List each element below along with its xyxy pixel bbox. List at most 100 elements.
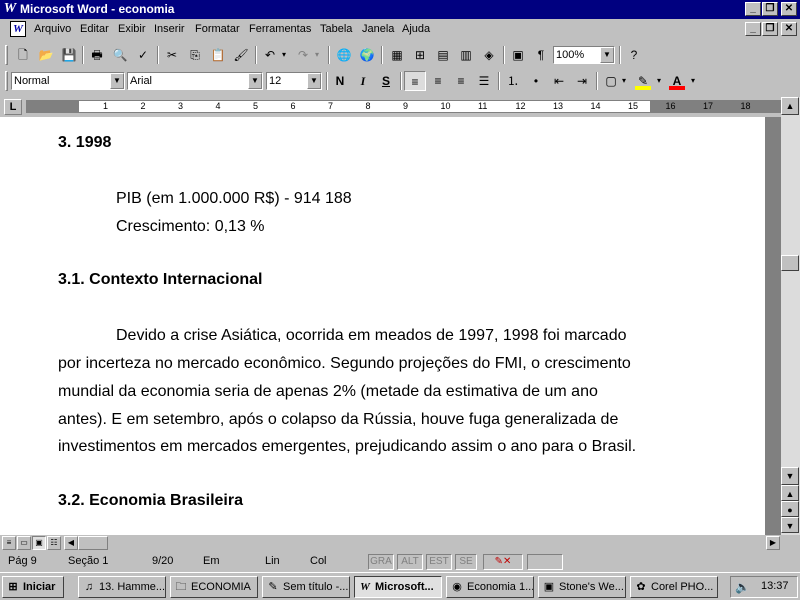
- align-left-icon[interactable]: ≡: [404, 71, 426, 91]
- document-page[interactable]: 3. 1998 PIB (em 1.000.000 R$) - 914 188 …: [0, 117, 765, 535]
- status-se[interactable]: SE: [455, 554, 477, 570]
- doc-close-button[interactable]: ✕: [781, 22, 797, 36]
- menu-arquivo[interactable]: Arquivo: [34, 23, 71, 35]
- redo-icon[interactable]: ↷: [292, 45, 314, 65]
- increase-indent-icon[interactable]: ⇥: [571, 71, 593, 91]
- web-hyperlink-icon[interactable]: 🌐: [333, 45, 355, 65]
- start-button[interactable]: ⊞ Iniciar: [2, 576, 64, 598]
- scroll-right-icon[interactable]: ▶: [766, 536, 780, 550]
- web-layout-view-icon[interactable]: ▭: [17, 536, 31, 550]
- highlight-dropdown-icon[interactable]: ▾: [654, 71, 664, 91]
- clock[interactable]: 13:37: [761, 580, 789, 592]
- scroll-thumb[interactable]: [781, 255, 799, 271]
- tab-selector[interactable]: L: [4, 99, 22, 115]
- numbering-icon[interactable]: ⒈: [502, 71, 524, 91]
- insert-excel-icon[interactable]: ▤: [432, 45, 454, 65]
- scroll-down-icon[interactable]: ▼: [781, 467, 799, 485]
- normal-view-icon[interactable]: ≡: [2, 536, 16, 550]
- minimize-button[interactable]: _: [745, 2, 761, 16]
- horizontal-scrollbar[interactable]: ≡ ▭ ▣ ☷ ◀ ▶: [0, 535, 800, 552]
- save-icon[interactable]: 💾: [58, 45, 80, 65]
- scroll-up-icon[interactable]: ▲: [781, 97, 799, 115]
- font-size-select[interactable]: 12 ▼: [266, 72, 322, 90]
- toolbar-grip[interactable]: [5, 71, 8, 91]
- spelling-status-icon[interactable]: ✎✕: [483, 554, 523, 570]
- copy-icon[interactable]: ⎘: [184, 45, 206, 65]
- close-button[interactable]: ✕: [781, 2, 797, 16]
- taskbar-button[interactable]: ✿ Corel PHO...: [630, 576, 718, 598]
- document-icon[interactable]: W: [10, 21, 26, 37]
- undo-dropdown-icon[interactable]: ▾: [279, 45, 289, 65]
- maximize-button[interactable]: ❐: [762, 2, 778, 16]
- font-color-icon[interactable]: A: [666, 71, 688, 91]
- status-alt[interactable]: ALT: [397, 554, 423, 570]
- menu-exibir[interactable]: Exibir: [118, 23, 146, 35]
- horizontal-ruler[interactable]: 1 2 3 4 5 6 7 8 9 10 11 12 13 14 15 16 17 18: [26, 100, 781, 113]
- columns-icon[interactable]: ▥: [455, 45, 477, 65]
- speaker-icon[interactable]: 🔈: [735, 580, 750, 594]
- underline-button[interactable]: S: [375, 71, 397, 91]
- tables-borders-icon[interactable]: ▦: [386, 45, 408, 65]
- decrease-indent-icon[interactable]: ⇤: [548, 71, 570, 91]
- spelling-icon[interactable]: ✓: [132, 45, 154, 65]
- help-icon[interactable]: ?: [623, 45, 645, 65]
- drawing-icon[interactable]: ◈: [478, 45, 500, 65]
- new-document-icon[interactable]: 🗋: [12, 45, 34, 65]
- chevron-down-icon[interactable]: ▼: [307, 73, 321, 89]
- status-est[interactable]: EST: [426, 554, 452, 570]
- title-bar[interactable]: W Microsoft Word - economia _ ❐ ✕: [0, 0, 800, 19]
- style-select[interactable]: Normal ▼: [11, 72, 125, 90]
- undo-icon[interactable]: ↶: [259, 45, 281, 65]
- document-area[interactable]: 3. 1998 PIB (em 1.000.000 R$) - 914 188 …: [0, 117, 781, 535]
- highlight-icon[interactable]: ✎: [632, 71, 654, 91]
- menu-formatar[interactable]: Formatar: [195, 23, 240, 35]
- outline-view-icon[interactable]: ☷: [47, 536, 61, 550]
- select-browse-object-icon[interactable]: ●: [781, 501, 799, 517]
- print-preview-icon[interactable]: 🔍: [109, 45, 131, 65]
- borders-dropdown-icon[interactable]: ▾: [619, 71, 629, 91]
- print-layout-view-icon[interactable]: ▣: [32, 536, 46, 550]
- toolbar-grip[interactable]: [5, 45, 8, 65]
- font-select[interactable]: Arial ▼: [127, 72, 263, 90]
- redo-dropdown-icon[interactable]: ▾: [312, 45, 322, 65]
- taskbar-button[interactable]: 🗀 ECONOMIA: [170, 576, 258, 598]
- print-icon[interactable]: 🖶: [86, 45, 108, 65]
- bold-button[interactable]: N: [329, 71, 351, 91]
- scroll-left-icon[interactable]: ◀: [64, 536, 78, 550]
- status-gra[interactable]: GRA: [368, 554, 394, 570]
- zoom-select[interactable]: 100% ▼: [553, 46, 615, 64]
- menu-editar[interactable]: Editar: [80, 23, 109, 35]
- show-hide-pilcrow-icon[interactable]: ¶: [530, 45, 552, 65]
- align-right-icon[interactable]: ≡: [450, 71, 472, 91]
- taskbar-button[interactable]: ♫ 13. Hamme...: [78, 576, 166, 598]
- italic-button[interactable]: I: [352, 71, 374, 91]
- vertical-scrollbar[interactable]: ▲ ▼ ▲ ● ▼: [781, 97, 800, 535]
- chevron-down-icon[interactable]: ▼: [110, 73, 124, 89]
- menu-janela[interactable]: Janela: [362, 23, 394, 35]
- taskbar-button[interactable]: ◉ Economia 1...: [446, 576, 534, 598]
- format-painter-icon[interactable]: 🖌: [230, 45, 252, 65]
- paste-icon[interactable]: 📋: [207, 45, 229, 65]
- h-scroll-thumb[interactable]: [78, 536, 108, 550]
- taskbar-button[interactable]: ▣ Stone's We...: [538, 576, 626, 598]
- next-page-icon[interactable]: ▼: [781, 517, 799, 533]
- taskbar-button[interactable]: ✎ Sem título -...: [262, 576, 350, 598]
- menu-inserir[interactable]: Inserir: [154, 23, 185, 35]
- menu-ferramentas[interactable]: Ferramentas: [249, 23, 311, 35]
- chevron-down-icon[interactable]: ▼: [600, 47, 614, 63]
- open-folder-icon[interactable]: 📂: [35, 45, 57, 65]
- doc-restore-button[interactable]: ❐: [762, 22, 778, 36]
- document-map-icon[interactable]: ▣: [507, 45, 529, 65]
- doc-minimize-button[interactable]: _: [745, 22, 761, 36]
- bullets-icon[interactable]: •: [525, 71, 547, 91]
- menu-ajuda[interactable]: Ajuda: [402, 23, 430, 35]
- taskbar-button-active[interactable]: W Microsoft...: [354, 576, 442, 598]
- font-color-dropdown-icon[interactable]: ▾: [688, 71, 698, 91]
- chevron-down-icon[interactable]: ▼: [248, 73, 262, 89]
- justify-icon[interactable]: ☰: [473, 71, 495, 91]
- insert-table-icon[interactable]: ⊞: [409, 45, 431, 65]
- menu-tabela[interactable]: Tabela: [320, 23, 352, 35]
- align-center-icon[interactable]: ≡: [427, 71, 449, 91]
- cut-icon[interactable]: ✂: [161, 45, 183, 65]
- web-toolbar-icon[interactable]: 🌍: [356, 45, 378, 65]
